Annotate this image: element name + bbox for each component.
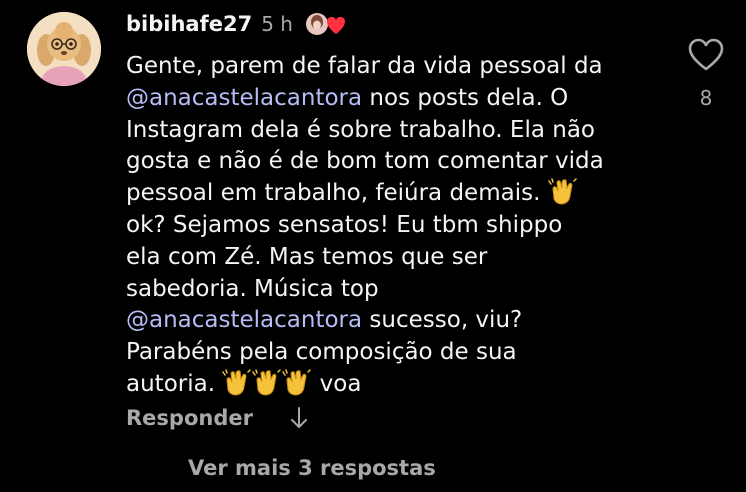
text-segment: gosta e não é de bom tom comentar vida (126, 148, 604, 175)
like-count: 8 (699, 86, 713, 110)
comment-text: Gente, parem de falar da vida pessoal da… (126, 51, 666, 401)
clapping-hands-icon (222, 369, 252, 396)
creator-liked-badge (303, 9, 347, 39)
comment-line: autoria. voa (126, 369, 666, 401)
text-segment: Gente, parem de falar da vida pessoal da (126, 53, 603, 79)
timestamp: 5 h (261, 12, 293, 36)
comment-line: Instagram dela é sobre trabalho. Ela não (126, 115, 666, 147)
comment-line: @anacastelacantora nos posts dela. O (126, 83, 666, 115)
avatar-image (27, 12, 101, 86)
view-replies-button[interactable]: Ver mais 3 respostas (188, 456, 436, 480)
clapping-hands-icon (547, 178, 577, 205)
comment-line: Parabéns pela composição de sua (126, 337, 666, 369)
username[interactable]: bibihafe27 (126, 12, 252, 36)
comment-line: @anacastelacantora sucesso, viu? (126, 305, 666, 337)
text-segment: nos posts dela. O (362, 84, 569, 111)
down-arrow-icon[interactable] (289, 406, 309, 430)
text-segment: ok? Sejamos sensatos! Eu tbm shippo (126, 211, 563, 238)
heart-icon (688, 38, 724, 71)
text-segment: autoria. (126, 370, 223, 397)
reply-button[interactable]: Responder (126, 406, 253, 430)
comment-line: sabedoria. Música top (126, 274, 666, 306)
comment-actions: Responder (126, 400, 309, 436)
clapping-hands-icon (252, 369, 282, 396)
comment-line: ok? Sejamos sensatos! Eu tbm shippo (126, 210, 666, 242)
text-segment: voa (312, 370, 362, 397)
avatar[interactable] (27, 12, 101, 86)
text-segment: sabedoria. Música top (126, 275, 379, 302)
comment-line: Gente, parem de falar da vida pessoal da (126, 51, 666, 83)
text-segment: ela com Zé. Mas temos que ser (126, 243, 488, 270)
text-segment: Instagram dela é sobre trabalho. Ela não (126, 116, 595, 143)
mention-link[interactable]: @anacastelacantora (126, 307, 362, 333)
creator-like-icon (305, 13, 345, 35)
comment-line: ela com Zé. Mas temos que ser (126, 242, 666, 274)
comment-line: gosta e não é de bom tom comentar vida (126, 146, 666, 178)
text-segment: Parabéns pela composição de sua (126, 339, 517, 366)
text-segment: sucesso, viu? (362, 307, 523, 334)
comment-line: pessoal em trabalho, feiúra demais. (126, 178, 666, 210)
text-segment: pessoal em trabalho, feiúra demais. (126, 180, 548, 207)
mention-link[interactable]: @anacastelacantora (126, 85, 362, 111)
clapping-hands-icon (282, 369, 312, 396)
like-button[interactable] (688, 38, 724, 72)
comment-header: bibihafe27 5 h (126, 8, 347, 40)
